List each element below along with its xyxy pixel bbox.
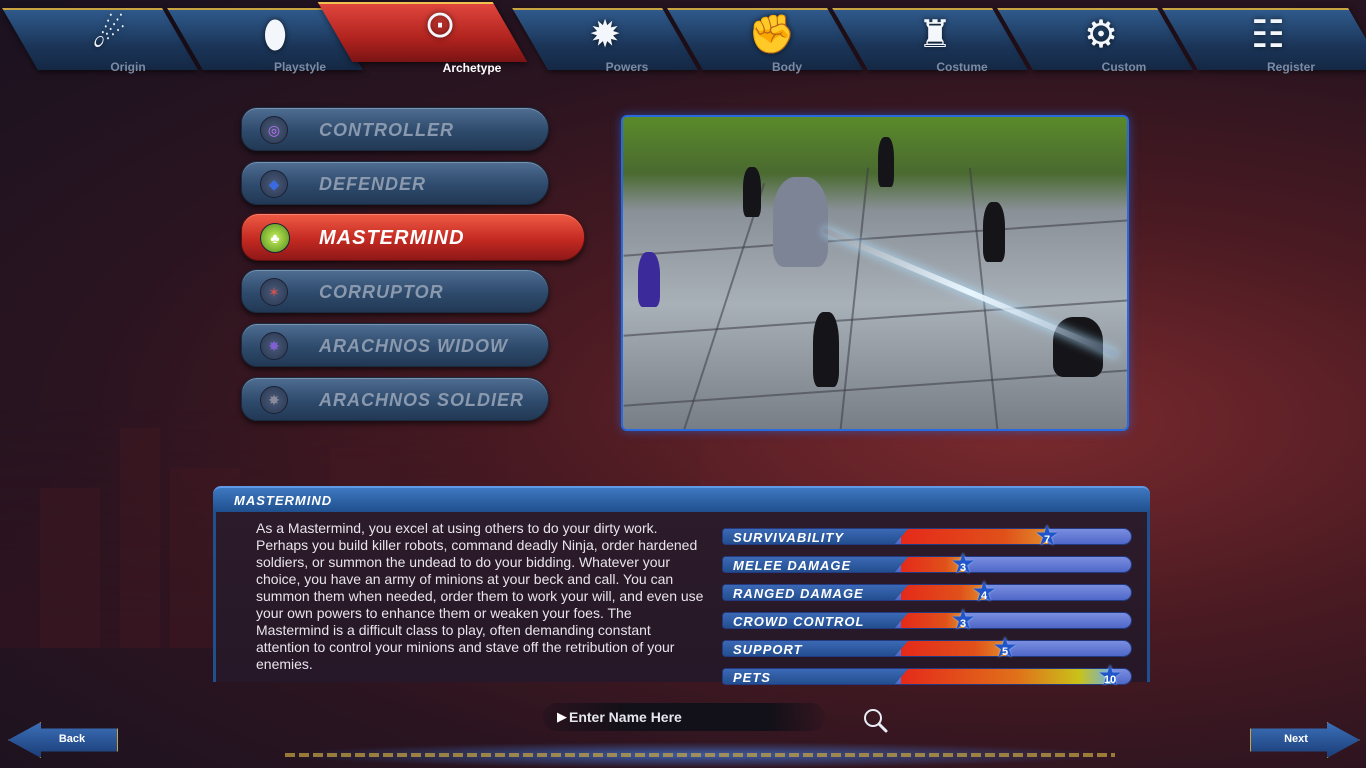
name-placeholder: Enter Name Here — [569, 709, 682, 725]
mouse-icon: ⬮ — [263, 14, 287, 56]
stat-label: Pets — [733, 670, 771, 685]
name-input[interactable]: ▶ Enter Name Here — [543, 703, 825, 731]
stat-value: 10 — [1103, 674, 1117, 686]
archetype-preview-image — [621, 115, 1129, 431]
stat-bar: Pets — [722, 668, 1132, 685]
stat-bar: Melee Damage — [722, 556, 1132, 573]
next-label: Next — [1284, 733, 1308, 745]
mask-icon: ⊙ — [424, 4, 456, 46]
caret-right-icon: ▶ — [557, 709, 567, 724]
tab-label-origin: Origin — [110, 60, 146, 74]
stat-fill — [901, 669, 1111, 684]
gear-icon: ⚙ — [1083, 14, 1119, 56]
archetype-defender[interactable]: ◆ Defender — [241, 161, 549, 205]
back-button[interactable]: Back — [8, 722, 118, 758]
stat-row: Survivability ★ 7 — [722, 522, 1132, 550]
arachnos-widow-icon: ✸ — [260, 332, 288, 360]
tab-label-archetype: Archetype — [442, 61, 502, 75]
bottom-divider — [285, 753, 1115, 757]
archetype-corruptor[interactable]: ✶ Corruptor — [241, 269, 549, 313]
arachnos-soldier-icon: ✸ — [260, 386, 288, 414]
archetype-label: Defender — [319, 174, 427, 194]
stat-row: Support ★ 5 — [722, 634, 1132, 662]
stat-row: Melee Damage ★ 3 — [722, 550, 1132, 578]
tab-label-powers: Powers — [605, 60, 649, 74]
stat-label: Crowd Control — [733, 614, 865, 629]
tab-label-playstyle: Playstyle — [273, 60, 327, 74]
top-navigation: ☄ ⬮ ⊙ ✹ ✊ ♜ ⚙ ☷ Origin Playstyle Archety… — [0, 0, 1366, 80]
stat-label: Support — [733, 642, 803, 657]
archetype-description: As a Mastermind, you excel at using othe… — [256, 520, 704, 672]
stat-label: Ranged Damage — [733, 586, 864, 601]
helmet-icon: ♜ — [917, 14, 953, 56]
stat-value: 4 — [980, 590, 988, 602]
corruptor-icon: ✶ — [260, 278, 288, 306]
stat-label: Survivability — [733, 530, 844, 545]
info-header: MASTERMIND — [213, 486, 1150, 512]
stat-row: Ranged Damage ★ 4 — [722, 578, 1132, 606]
search-icon[interactable] — [862, 707, 888, 733]
archetype-label: Controller — [319, 120, 454, 140]
tab-label-body: Body — [772, 60, 802, 74]
info-title: MASTERMIND — [234, 493, 333, 508]
archetype-controller[interactable]: ◎ Controller — [241, 107, 549, 151]
tab-label-costume: Costume — [936, 60, 988, 74]
tab-label-register: Register — [1266, 60, 1316, 74]
controller-icon: ◎ — [260, 116, 288, 144]
defender-shield-icon: ◆ — [260, 170, 288, 198]
stat-value: 3 — [959, 562, 967, 574]
back-label: Back — [58, 733, 86, 745]
stat-fill — [901, 529, 1048, 544]
archetype-label: Arachnos Widow — [319, 336, 508, 356]
arm-icon: ✊ — [748, 14, 796, 56]
stat-label: Melee Damage — [733, 558, 852, 573]
archetype-arachnos-widow[interactable]: ✸ Arachnos Widow — [241, 323, 549, 367]
stat-value: 5 — [1001, 646, 1009, 658]
archetype-mastermind[interactable]: ♣ Mastermind — [241, 213, 585, 261]
stat-bar: Ranged Damage — [722, 584, 1132, 601]
archetype-label: Mastermind — [319, 227, 465, 249]
tab-label-custom: Custom — [1101, 60, 1147, 74]
document-icon: ☷ — [1250, 14, 1286, 56]
archetype-label: Arachnos Soldier — [319, 390, 525, 410]
stat-row: Crowd Control ★ 3 — [722, 606, 1132, 634]
starburst-icon: ✹ — [589, 14, 621, 56]
stat-bar: Support — [722, 640, 1132, 657]
mastermind-minions-icon: ♣ — [260, 223, 290, 253]
next-button[interactable]: Next — [1250, 722, 1360, 758]
stat-bar: Survivability — [722, 528, 1132, 545]
origin-icon: ☄ — [91, 14, 127, 56]
archetype-arachnos-soldier[interactable]: ✸ Arachnos Soldier — [241, 377, 549, 421]
stat-value: 7 — [1043, 534, 1051, 546]
stat-bar: Crowd Control — [722, 612, 1132, 629]
stat-value: 3 — [959, 618, 967, 630]
stat-row: Pets ★ 10 — [722, 662, 1132, 690]
archetype-label: Corruptor — [319, 282, 444, 302]
